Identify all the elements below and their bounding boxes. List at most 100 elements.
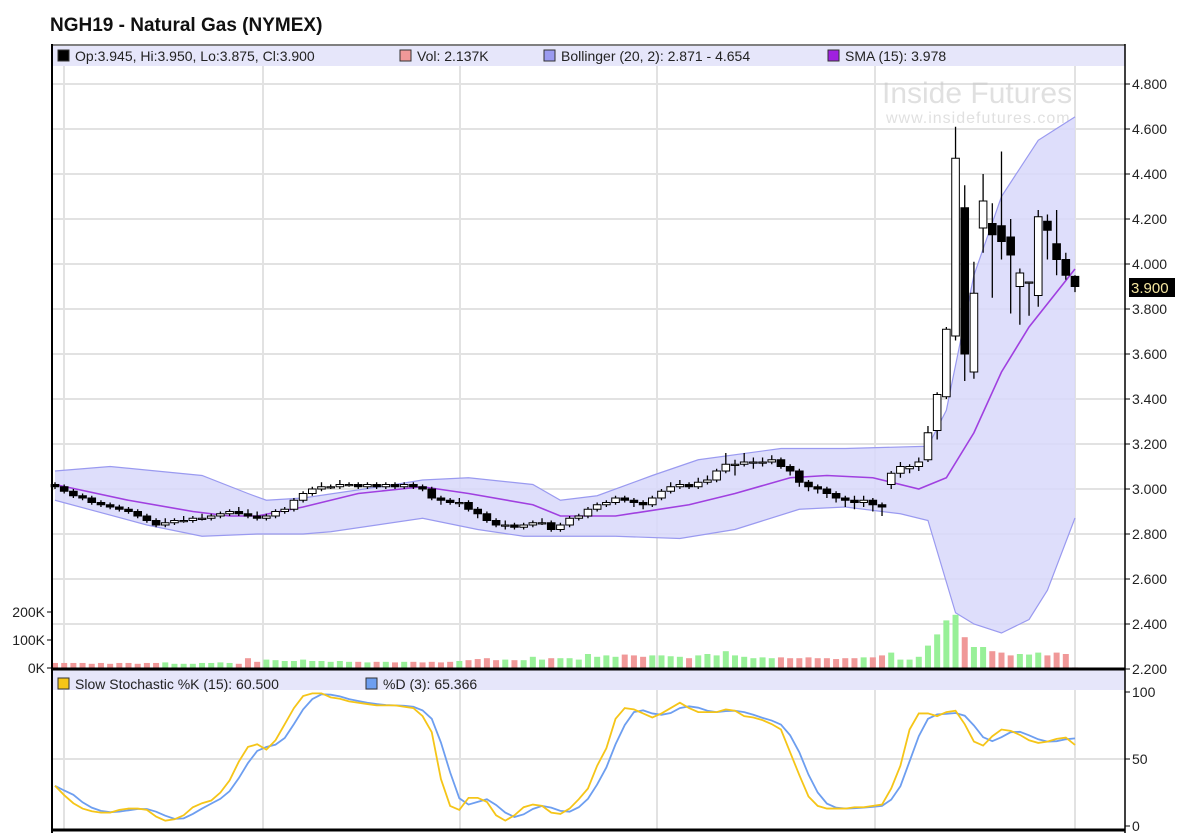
chart-title: NGH19 - Natural Gas (NYMEX) bbox=[50, 15, 322, 36]
volume-bar bbox=[493, 660, 500, 668]
candle-body bbox=[1033, 216, 1043, 296]
volume-tick-label: 100K bbox=[12, 632, 45, 648]
candle-body bbox=[69, 490, 78, 497]
volume-bar bbox=[722, 651, 729, 668]
volume-bar bbox=[777, 657, 784, 668]
chart-page: NGH19 - Natural Gas (NYMEX) Inside Futur… bbox=[0, 0, 1190, 838]
volume-bar bbox=[833, 659, 840, 668]
candle-body bbox=[703, 479, 712, 483]
candle-body bbox=[556, 524, 565, 530]
volume-bar bbox=[630, 655, 637, 668]
volume-bar bbox=[915, 656, 922, 668]
candle-body bbox=[647, 497, 657, 506]
candle-body bbox=[317, 486, 326, 490]
price-tick-label: 4.200 bbox=[1132, 211, 1167, 227]
candle-body bbox=[445, 499, 455, 503]
candle-body bbox=[326, 486, 335, 489]
candle-body bbox=[160, 522, 170, 526]
volume-bar bbox=[1062, 654, 1069, 668]
candle-body bbox=[335, 484, 345, 488]
candle-body bbox=[1006, 236, 1015, 256]
candle-body bbox=[298, 493, 308, 501]
volume-bar bbox=[842, 658, 849, 668]
candle-body bbox=[574, 515, 584, 519]
candle-body bbox=[87, 497, 97, 503]
candle-body bbox=[859, 499, 868, 503]
candle-body bbox=[473, 508, 483, 515]
candle-body bbox=[1052, 243, 1061, 260]
volume-bar bbox=[199, 662, 206, 668]
price-tick-label: 3.400 bbox=[1132, 391, 1167, 407]
volume-bar bbox=[116, 662, 123, 668]
volume-tick-label: 200K bbox=[12, 604, 45, 620]
volume-bar bbox=[70, 662, 77, 668]
candle-body bbox=[804, 481, 813, 488]
candle-body bbox=[289, 499, 299, 510]
candle-body bbox=[105, 504, 115, 508]
candle-body bbox=[197, 517, 207, 520]
volume-bar bbox=[1026, 654, 1033, 668]
volume-bar bbox=[539, 659, 546, 668]
volume-bar bbox=[143, 662, 150, 668]
candle-body bbox=[243, 513, 253, 517]
price-tick-label: 2.600 bbox=[1132, 571, 1167, 587]
volume-bar bbox=[208, 662, 215, 668]
volume-bar bbox=[686, 658, 693, 668]
candle-body bbox=[896, 466, 905, 474]
volume-bar bbox=[465, 660, 472, 668]
volume-bar bbox=[437, 662, 444, 668]
volume-bar bbox=[741, 656, 748, 668]
volume-bar bbox=[814, 658, 821, 668]
volume-bar bbox=[805, 657, 812, 668]
candle-body bbox=[115, 506, 124, 510]
volume-bar bbox=[529, 656, 536, 668]
candle-body bbox=[611, 497, 620, 503]
volume-bar bbox=[235, 663, 242, 668]
candle-body bbox=[905, 466, 914, 470]
price-tick-label: 4.800 bbox=[1132, 76, 1167, 92]
bollinger-legend: Bollinger (20, 2): 2.871 - 4.654 bbox=[561, 48, 750, 64]
volume-bar bbox=[594, 656, 601, 668]
candle-body bbox=[519, 524, 528, 528]
volume-bar bbox=[575, 659, 582, 668]
volume-bar bbox=[520, 660, 527, 668]
stoch-tick-label: 100 bbox=[1132, 684, 1156, 700]
candle-body bbox=[592, 504, 602, 510]
candle-body bbox=[436, 497, 446, 501]
volume-bar bbox=[934, 634, 941, 668]
candle-body bbox=[96, 502, 106, 506]
candle-body bbox=[886, 472, 896, 485]
volume-bar bbox=[263, 659, 270, 668]
volume-bar bbox=[502, 659, 509, 668]
candle-body bbox=[179, 520, 188, 523]
volume-bar bbox=[456, 661, 463, 668]
volume-bar bbox=[171, 663, 178, 668]
candle-body bbox=[170, 520, 179, 524]
volume-bar bbox=[612, 656, 619, 668]
candle-body bbox=[684, 484, 694, 488]
candle-body bbox=[997, 225, 1006, 242]
volume-bar bbox=[373, 661, 380, 668]
candle-body bbox=[418, 486, 427, 490]
candle-body bbox=[730, 463, 740, 466]
candle-body bbox=[840, 497, 850, 501]
candle-body bbox=[546, 522, 556, 530]
candle-body bbox=[344, 484, 354, 487]
candle-body bbox=[409, 484, 418, 488]
volume-bar bbox=[410, 661, 417, 668]
stoch-d-legend: %D (3): 65.366 bbox=[383, 676, 477, 692]
volume-bar bbox=[382, 661, 389, 668]
candle-body bbox=[923, 432, 933, 461]
candle-body bbox=[252, 515, 262, 519]
volume-bar bbox=[419, 662, 426, 668]
volume-bar bbox=[998, 652, 1005, 668]
candle-body bbox=[712, 470, 721, 481]
volume-bar bbox=[97, 662, 104, 668]
volume-bar bbox=[823, 658, 830, 668]
price-tick-label: 2.800 bbox=[1132, 526, 1167, 542]
candle-body bbox=[813, 486, 823, 490]
volume-bar bbox=[107, 663, 114, 668]
volume-bar bbox=[474, 659, 481, 668]
candle-body bbox=[942, 328, 951, 398]
candle-body bbox=[675, 484, 685, 488]
